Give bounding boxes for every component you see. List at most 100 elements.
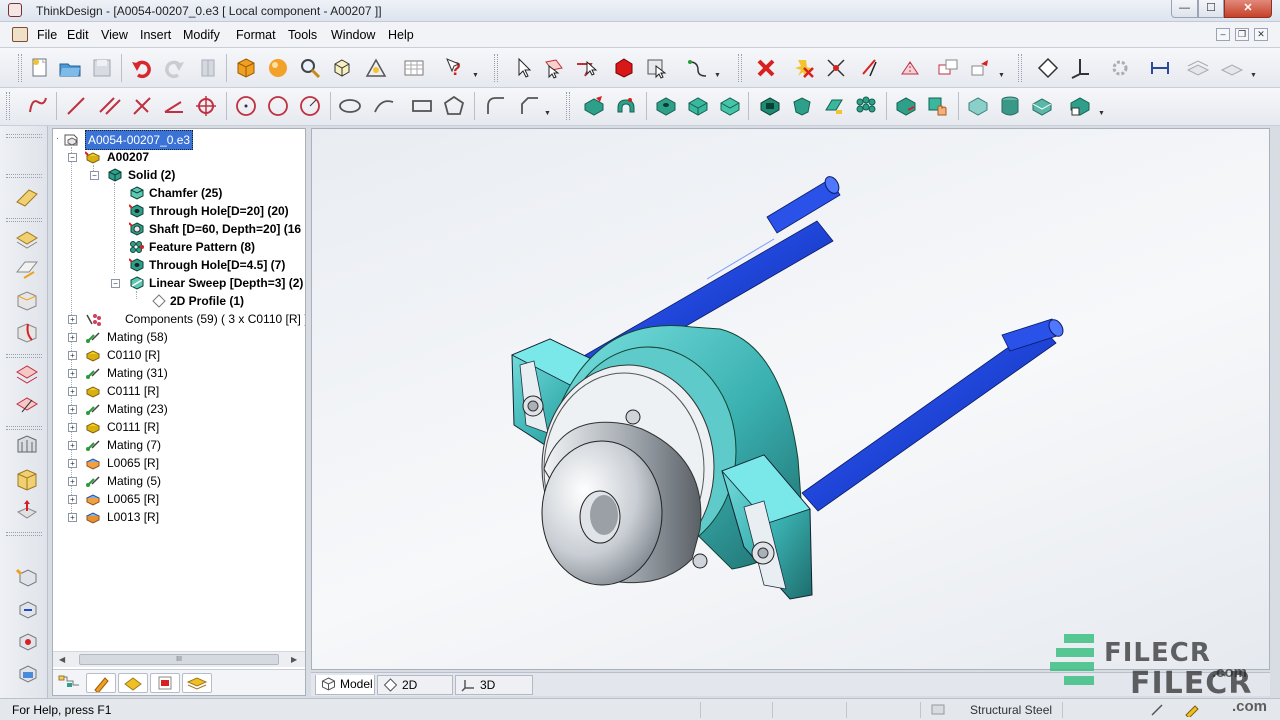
menu-insert[interactable]: Insert bbox=[140, 28, 171, 42]
tree-node[interactable]: − A00207 bbox=[53, 148, 305, 166]
slab-primitive-icon[interactable] bbox=[1030, 94, 1054, 118]
toolbar-grip[interactable] bbox=[738, 54, 742, 82]
ellipse-icon[interactable] bbox=[338, 94, 362, 118]
tab-model[interactable]: Model bbox=[315, 675, 375, 695]
new-file-icon[interactable] bbox=[28, 56, 52, 80]
tree-node[interactable]: + Components (59) ( 3 x C0110 [R] ) bbox=[53, 310, 305, 328]
box-primitive-icon[interactable] bbox=[966, 94, 990, 118]
crosshair-icon[interactable] bbox=[194, 94, 218, 118]
select-chain-icon[interactable] bbox=[686, 56, 710, 80]
menu-help[interactable]: Help bbox=[388, 28, 414, 42]
solid-cube-icon[interactable] bbox=[234, 56, 258, 80]
tab-layers[interactable] bbox=[182, 673, 212, 693]
toolbar-grip[interactable] bbox=[566, 92, 570, 120]
assembly-replace-icon[interactable] bbox=[14, 660, 40, 686]
tab-3d-profile[interactable]: 3D Profile bbox=[455, 675, 533, 710]
trim-icon[interactable] bbox=[824, 56, 848, 80]
document-icon[interactable] bbox=[12, 27, 28, 42]
expand-icon[interactable]: + bbox=[68, 315, 77, 324]
toolbar-grip[interactable] bbox=[6, 218, 42, 222]
assembly-mate-icon[interactable] bbox=[14, 596, 40, 622]
freehand-curve-icon[interactable] bbox=[26, 94, 50, 118]
tab-drawing[interactable] bbox=[150, 673, 180, 693]
dropdown-arrow-icon[interactable]: ▼ bbox=[1250, 72, 1257, 79]
dropdown-arrow-icon[interactable]: ▼ bbox=[714, 72, 721, 79]
cage-tool-icon[interactable] bbox=[14, 466, 40, 492]
tab-parts[interactable] bbox=[118, 673, 148, 693]
tree-node[interactable]: + Mating (58) bbox=[53, 328, 305, 346]
select-solid-icon[interactable] bbox=[612, 56, 636, 80]
hole-feature-icon[interactable] bbox=[654, 94, 678, 118]
pattern-3d-icon[interactable] bbox=[854, 94, 878, 118]
feature-options-icon[interactable] bbox=[1068, 94, 1092, 118]
minimize-button[interactable]: — bbox=[1171, 0, 1198, 18]
dropdown-arrow-icon[interactable]: ▼ bbox=[1098, 110, 1105, 117]
tree-node[interactable]: − Linear Sweep [Depth=3] (2) bbox=[53, 274, 305, 292]
rectangle-icon[interactable] bbox=[410, 94, 434, 118]
bookshelf-icon[interactable] bbox=[196, 56, 220, 80]
expand-icon[interactable]: + bbox=[68, 495, 77, 504]
cylinder-primitive-icon[interactable] bbox=[998, 94, 1022, 118]
expand-icon[interactable]: + bbox=[68, 387, 77, 396]
layers-settings-icon[interactable] bbox=[1220, 56, 1244, 80]
save-icon[interactable] bbox=[90, 56, 114, 80]
mdi-minimize-button[interactable]: – bbox=[1216, 28, 1230, 41]
line-icon[interactable] bbox=[64, 94, 88, 118]
mirror-icon[interactable] bbox=[898, 56, 922, 80]
highlight-delete-icon[interactable] bbox=[792, 56, 816, 80]
perpendicular-line-icon[interactable] bbox=[130, 94, 154, 118]
redo-icon[interactable] bbox=[162, 56, 186, 80]
select-pointer-icon[interactable] bbox=[512, 56, 536, 80]
trim-surface-icon[interactable] bbox=[14, 392, 40, 418]
circle-3pt-icon[interactable] bbox=[298, 94, 322, 118]
tab-sketch[interactable] bbox=[86, 673, 116, 693]
tab-model-tree[interactable] bbox=[55, 673, 85, 693]
dropdown-arrow-icon[interactable]: ▼ bbox=[472, 72, 479, 79]
tree-node[interactable]: + Mating (31) bbox=[53, 364, 305, 382]
expand-icon[interactable]: + bbox=[68, 513, 77, 522]
menu-window[interactable]: Window bbox=[331, 28, 375, 42]
mdi-restore-button[interactable]: ❐ bbox=[1235, 28, 1249, 41]
dimension-icon[interactable] bbox=[1148, 56, 1172, 80]
menu-edit[interactable]: Edit bbox=[67, 28, 89, 42]
surface-tool-icon[interactable] bbox=[14, 224, 40, 250]
dropdown-arrow-icon[interactable]: ▼ bbox=[544, 110, 551, 117]
dropdown-arrow-icon[interactable]: ▼ bbox=[998, 72, 1005, 79]
toolbar-grip[interactable] bbox=[6, 92, 10, 120]
axis-icon[interactable] bbox=[1068, 56, 1092, 80]
undo-icon[interactable] bbox=[130, 56, 154, 80]
tree-node[interactable]: + C0111 [R] bbox=[53, 418, 305, 436]
draft-icon[interactable] bbox=[822, 94, 846, 118]
menu-view[interactable]: View bbox=[101, 28, 128, 42]
tree-root[interactable]: · A0054-00207_0.e3 bbox=[53, 130, 305, 150]
expand-icon[interactable]: + bbox=[68, 477, 77, 486]
assembly-explode-icon[interactable] bbox=[14, 628, 40, 654]
expand-icon[interactable]: + bbox=[68, 369, 77, 378]
menu-file[interactable]: File bbox=[37, 28, 57, 42]
tree-node[interactable]: + C0110 [R] bbox=[53, 346, 305, 364]
maximize-button[interactable]: ☐ bbox=[1198, 0, 1224, 18]
collapse-icon[interactable]: − bbox=[68, 153, 77, 162]
tree-node[interactable]: + Mating (7) bbox=[53, 436, 305, 454]
deform-tool-icon[interactable] bbox=[14, 498, 40, 524]
circle-icon[interactable] bbox=[266, 94, 290, 118]
tab-2d-profile[interactable]: 2D Profile bbox=[377, 675, 453, 710]
close-button[interactable]: ✕ bbox=[1224, 0, 1272, 18]
menu-modify[interactable]: Modify bbox=[183, 28, 220, 42]
table-icon[interactable] bbox=[402, 56, 426, 80]
menu-format[interactable]: Format bbox=[236, 28, 276, 42]
spline-icon[interactable] bbox=[372, 94, 396, 118]
toolbar-grip[interactable] bbox=[494, 54, 498, 82]
plane-icon[interactable] bbox=[1036, 56, 1060, 80]
copy-icon[interactable] bbox=[936, 56, 960, 80]
help-context-icon[interactable]: ? bbox=[444, 56, 468, 80]
zoom-icon[interactable] bbox=[298, 56, 322, 80]
expand-icon[interactable]: + bbox=[68, 441, 77, 450]
measure-icon[interactable] bbox=[364, 56, 388, 80]
scrollbar-thumb[interactable]: III bbox=[79, 654, 279, 665]
pad-icon[interactable] bbox=[686, 94, 710, 118]
collapse-icon[interactable]: − bbox=[90, 171, 99, 180]
fillet-icon[interactable] bbox=[484, 94, 508, 118]
polygon-icon[interactable] bbox=[442, 94, 466, 118]
gear-settings-icon[interactable] bbox=[1108, 56, 1132, 80]
